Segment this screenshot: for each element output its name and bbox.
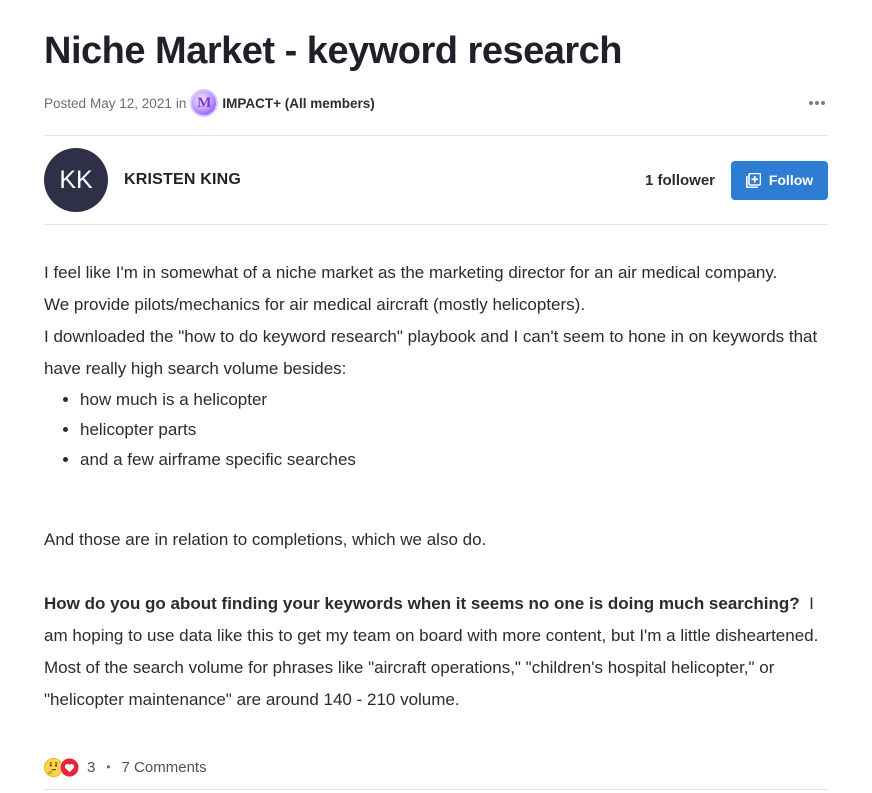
divider (44, 789, 828, 790)
avatar[interactable]: KK (44, 148, 108, 212)
page-title: Niche Market - keyword research (44, 30, 623, 72)
more-options-icon[interactable] (806, 88, 828, 118)
post-body: I feel like I'm in somewhat of a niche m… (44, 257, 828, 716)
follow-label: Follow (768, 172, 814, 188)
post-date[interactable]: May 12, 2021 (90, 96, 172, 111)
more-dot (809, 101, 813, 105)
post-meta: Posted May 12, 2021 in M IMPACT+ (All me… (44, 88, 828, 118)
group-logo-icon[interactable]: M (190, 89, 219, 117)
body-line: I feel like I'm in somewhat of a niche m… (44, 263, 778, 282)
follow-button[interactable]: Follow (731, 160, 828, 200)
author-bar: KK KRISTEN KING 1 follower Follow (44, 148, 828, 212)
follow-plus-icon (745, 172, 761, 188)
reactions[interactable]: 3 (44, 757, 96, 777)
divider (44, 135, 828, 136)
reaction-count: 3 (87, 758, 96, 776)
heart-icon (60, 757, 79, 777)
more-dot (815, 101, 819, 105)
list-item: how much is a helicopter (80, 385, 828, 415)
question-text: How do you go about finding your keyword… (44, 594, 800, 613)
post-footer: 3 • 7 Comments (44, 753, 828, 781)
keyword-list: how much is a helicopter helicopter part… (44, 385, 828, 475)
group-logo-letter: M (197, 94, 212, 111)
separator-dot: • (106, 760, 111, 774)
body-paragraph: How do you go about finding your keyword… (44, 588, 828, 716)
comments-link[interactable]: 7 Comments (122, 759, 207, 776)
list-item: and a few airframe specific searches (80, 445, 828, 475)
avatar-initials: KK (59, 165, 93, 194)
follower-count[interactable]: 1 follower (645, 172, 715, 189)
list-item: helicopter parts (80, 415, 828, 445)
body-paragraph: I downloaded the "how to do keyword rese… (44, 327, 818, 378)
more-dot (821, 101, 825, 105)
in-label: in (175, 95, 187, 111)
author-name[interactable]: KRISTEN KING (124, 171, 241, 189)
group-link[interactable]: IMPACT+ (All members) (222, 96, 374, 111)
body-paragraph: And those are in relation to completions… (44, 530, 487, 549)
divider (44, 224, 828, 225)
posted-label: Posted (44, 95, 87, 111)
heart-glyph (60, 758, 79, 776)
body-line: We provide pilots/mechanics for air medi… (44, 295, 586, 314)
